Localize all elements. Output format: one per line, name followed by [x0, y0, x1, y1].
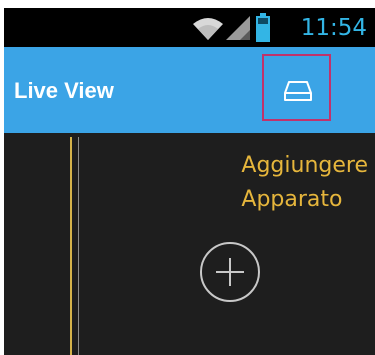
add-device-label-line2: Apparato: [241, 187, 343, 212]
plus-circle-icon[interactable]: [199, 241, 261, 303]
app-title: Live View: [14, 78, 114, 103]
add-device-label: Aggiungere Apparato: [241, 149, 368, 217]
wifi-icon: [193, 18, 223, 40]
cell-signal-icon: [226, 16, 250, 40]
add-device-label-line1: Aggiungere: [241, 153, 368, 178]
video-pane-add[interactable]: Aggiungere Apparato: [78, 137, 375, 355]
status-time: 11:54: [300, 15, 367, 41]
live-view-grid: Aggiungere Apparato: [4, 133, 375, 355]
app-bar: Live View: [4, 47, 375, 133]
device-manager-button[interactable]: [262, 54, 331, 121]
storage-device-icon: [284, 81, 312, 101]
video-pane-left[interactable]: [4, 137, 72, 355]
battery-icon: [256, 13, 270, 42]
status-bar: 11:54: [4, 8, 375, 47]
